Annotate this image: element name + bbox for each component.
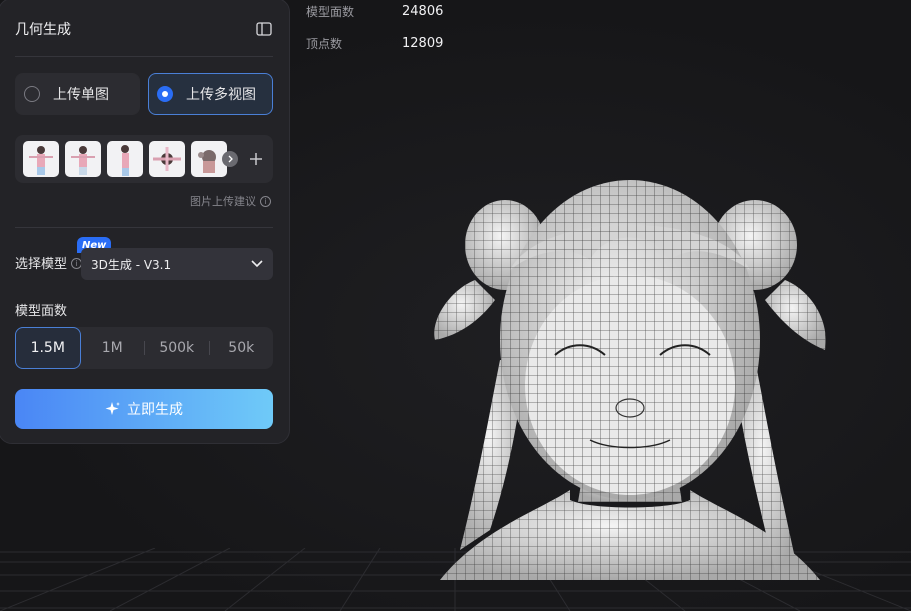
upload-mode-selector: 上传单图 上传多视图 — [15, 73, 273, 115]
thumbnail-side[interactable] — [107, 141, 143, 177]
faces-segmented-control: 1.5M 1M 500k 50k — [15, 327, 273, 369]
upload-single-option[interactable]: 上传单图 — [15, 73, 140, 115]
upload-multi-option[interactable]: 上传多视图 — [148, 73, 273, 115]
faces-option-50k[interactable]: 50k — [210, 327, 274, 369]
model-stats: 模型面数 24806 顶点数 12809 — [306, 3, 443, 67]
upload-single-label: 上传单图 — [53, 87, 109, 103]
model-select[interactable]: 3D生成 - V3.1 — [81, 248, 273, 280]
stat-label: 顶点数 — [306, 36, 343, 51]
radio-checked-icon — [157, 86, 173, 102]
generate-label: 立即生成 — [127, 402, 183, 418]
thumbnail-front[interactable] — [23, 141, 59, 177]
thumbnail-back[interactable] — [65, 141, 101, 177]
upload-hint-label: 图片上传建议 — [190, 195, 256, 208]
sparkle-icon — [105, 402, 120, 415]
sidebar-toggle-icon[interactable] — [255, 20, 273, 38]
plus-icon[interactable] — [244, 147, 268, 171]
3d-head-model[interactable] — [420, 150, 840, 590]
info-icon: i — [260, 195, 271, 207]
upload-hint[interactable]: 图片上传建议 i — [15, 193, 273, 209]
chevron-right-icon[interactable] — [222, 151, 238, 167]
chevron-down-icon — [251, 260, 263, 268]
model-select-value: 3D生成 - V3.1 — [91, 257, 172, 272]
divider — [15, 227, 273, 228]
faces-option-1m[interactable]: 1M — [81, 327, 145, 369]
stat-faces: 模型面数 24806 — [306, 3, 443, 19]
generate-button[interactable]: 立即生成 — [15, 389, 273, 429]
stat-value: 24806 — [402, 3, 444, 19]
faces-option-1-5m[interactable]: 1.5M — [15, 327, 81, 369]
thumbnail-top[interactable] — [149, 141, 185, 177]
uploaded-images — [15, 135, 273, 183]
faces-label: 模型面数 — [15, 304, 68, 319]
geometry-panel: 几何生成 上传单图 上传多视图 图片上传建议 i 选择模型 i New 3D生成… — [0, 0, 290, 444]
faces-option-500k[interactable]: 500k — [145, 327, 209, 369]
stat-label: 模型面数 — [306, 4, 355, 19]
stat-vertices: 顶点数 12809 — [306, 35, 443, 51]
stat-value: 12809 — [402, 35, 444, 51]
model-label: 选择模型 — [15, 256, 68, 272]
panel-header: 几何生成 — [15, 0, 273, 57]
upload-multi-label: 上传多视图 — [186, 87, 256, 103]
radio-unchecked-icon — [24, 86, 40, 102]
panel-title: 几何生成 — [15, 21, 71, 38]
model-selector-row: 选择模型 i New 3D生成 - V3.1 — [15, 237, 273, 280]
